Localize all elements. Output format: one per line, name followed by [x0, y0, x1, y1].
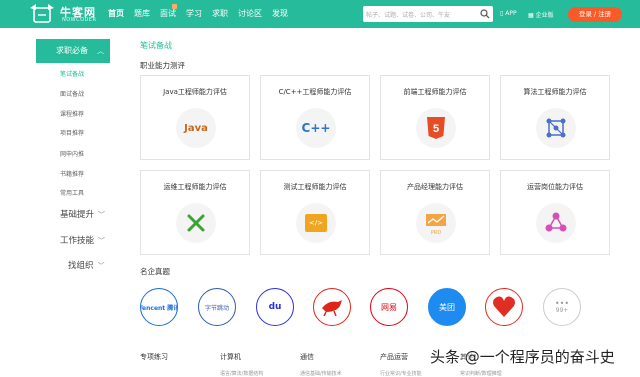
nav-interview[interactable]: 面试 — [160, 8, 176, 19]
jd-dog-icon — [322, 300, 342, 316]
page-title: 笔试备战 — [140, 41, 172, 50]
company-logo-netease[interactable]: 网易 — [370, 288, 408, 326]
assessment-section-title: 职业能力测评 — [140, 61, 185, 70]
chevron-down-icon: ﹀ — [98, 237, 106, 245]
top-nav-bar: 牛客网 NOWCODER 首页 题库 面试 学习 求职 讨论区 发现 帖子、试题… — [0, 0, 640, 28]
nav-learn[interactable]: 学习 — [186, 8, 202, 19]
html5-icon: 5 — [416, 108, 456, 148]
company-logo-baidu[interactable]: du — [256, 288, 294, 326]
building-icon: ▦ — [528, 12, 534, 19]
company-logo-jd[interactable] — [313, 288, 351, 326]
company-logo-tencent[interactable]: Tencent 腾讯 — [140, 288, 178, 326]
sidebar-sub-books[interactable]: 书籍推荐 — [60, 169, 84, 178]
assessment-card-frontend[interactable]: 前端工程师能力评估 5 — [380, 75, 490, 160]
cpp-icon: C++ — [296, 108, 336, 148]
sidebar-group-label: 工作技能 — [60, 236, 95, 246]
watermark-text: 头条 @一个程序员的奋斗史 — [430, 348, 615, 366]
search-icon[interactable] — [480, 9, 490, 19]
sidebar-group-label: 基础提升 — [60, 210, 95, 220]
card-label: 运维工程师能力评估 — [163, 183, 227, 191]
network-nodes-icon — [546, 118, 566, 138]
sidebar-sub-referrals[interactable]: 网申内推 — [60, 149, 84, 158]
card-label: Java工程师能力评估 — [163, 88, 227, 96]
chevron-down-icon: ﹀ — [97, 262, 105, 270]
assessment-card-cpp[interactable]: C/C++工程师能力评估 C++ — [260, 75, 370, 160]
line-chart-icon — [426, 213, 446, 226]
brand-subtitle: NOWCODER — [62, 17, 97, 23]
assessment-card-testing[interactable]: 测试工程师能力评估 </> — [260, 170, 370, 255]
chart-prd-icon: PRD — [416, 203, 456, 243]
share-nodes-icon — [545, 212, 567, 232]
chevron-down-icon: ﹀ — [98, 211, 106, 219]
enterprise-link[interactable]: ▦ 企业版 — [528, 10, 554, 19]
network-icon — [536, 108, 576, 148]
nav-jobs[interactable]: 求职 — [212, 8, 228, 19]
sidebar-group-skills[interactable]: 工作技能 ﹀ — [60, 234, 105, 246]
html5-shield-icon: 5 — [427, 117, 445, 139]
java-icon: Java — [176, 108, 216, 148]
prd-label: PRD — [430, 229, 442, 236]
tools-icon — [176, 203, 216, 243]
assessment-card-algorithm[interactable]: 算法工程师能力评估 — [500, 75, 610, 160]
practice-category-product[interactable]: 产品运营 — [380, 352, 408, 362]
assessment-card-operations[interactable]: 运营岗位能力评估 — [500, 170, 610, 255]
wrench-screwdriver-icon — [187, 214, 205, 232]
company-logo-meituan[interactable]: 美团 — [428, 288, 466, 326]
assessment-card-ops[interactable]: 运维工程师能力评估 — [140, 170, 250, 255]
login-button[interactable]: 登录 / 注册 — [568, 7, 622, 22]
company-logo-bytedance[interactable]: 字节跳动 — [198, 288, 236, 326]
sidebar-item-job-essentials[interactable]: 求职必备 ︿ — [36, 39, 110, 63]
nav-home[interactable]: 首页 — [108, 8, 124, 19]
search-placeholder: 帖子、试题、试卷、公司、牛友 — [366, 12, 451, 19]
nav-discuss[interactable]: 讨论区 — [238, 8, 262, 19]
card-label: 运营岗位能力评估 — [527, 183, 583, 191]
sidebar-active-label: 求职必备 — [56, 46, 88, 55]
card-label: 产品经理能力评估 — [407, 183, 463, 191]
sidebar-group-basics[interactable]: 基础提升 ﹀ — [60, 208, 105, 220]
company-logo-pinduoduo[interactable] — [485, 288, 523, 326]
svg-text:5: 5 — [433, 123, 439, 135]
practice-category-computer[interactable]: 计算机 — [220, 352, 241, 362]
practice-sub-telecom[interactable]: 通信基础/传输技术 — [300, 370, 342, 377]
sidebar-group-organizations[interactable]: 找组织 ﹀ — [68, 259, 105, 271]
card-label: 测试工程师能力评估 — [283, 183, 347, 191]
sidebar-group-label: 找组织 — [68, 261, 94, 271]
heart-icon — [493, 296, 515, 317]
company-logo-more[interactable]: ••• 99+ — [543, 288, 581, 326]
code-icon-text: </> — [305, 214, 327, 232]
sidebar-sub-interview[interactable]: 面试备战 — [60, 89, 84, 98]
nav-discover[interactable]: 发现 — [272, 8, 288, 19]
practice-sub-computer[interactable]: 语言/算法/数据结构 — [220, 370, 263, 377]
sidebar-sub-projects[interactable]: 项目推荐 — [60, 128, 84, 137]
practice-category-telecom[interactable]: 通信 — [300, 352, 314, 362]
more-dots-icon: ••• — [554, 299, 570, 308]
card-label: 前端工程师能力评估 — [403, 88, 467, 96]
app-label: APP — [505, 10, 517, 17]
sidebar-sub-tools[interactable]: 常用工具 — [60, 188, 84, 197]
java-icon-text: Java — [184, 122, 208, 134]
practice-category-special[interactable]: 专项练习 — [140, 352, 168, 362]
nodes-icon — [536, 203, 576, 243]
cpp-icon-text: C++ — [301, 121, 331, 135]
card-label: C/C++工程师能力评估 — [278, 88, 352, 96]
sidebar-sub-written-test[interactable]: 笔试备战 — [60, 69, 84, 78]
assessment-card-java[interactable]: Java工程师能力评估 Java — [140, 75, 250, 160]
site-logo[interactable]: 牛客网 NOWCODER — [28, 3, 108, 25]
companies-section-title: 名企真题 — [140, 267, 170, 276]
practice-sub-product[interactable]: 行业常识/专业技能 — [380, 370, 422, 377]
more-count: 99+ — [555, 307, 569, 314]
code-monitor-icon: </> — [296, 203, 336, 243]
new-badge — [172, 4, 177, 9]
sidebar-sub-courses[interactable]: 课程推荐 — [60, 109, 84, 118]
card-label: 算法工程师能力评估 — [523, 88, 587, 96]
chevron-up-icon: ︿ — [97, 47, 104, 55]
practice-sub-other[interactable]: 常识判断/数理推理 — [460, 370, 502, 377]
logo-icon — [30, 4, 54, 23]
nav-question-bank[interactable]: 题库 — [134, 8, 150, 19]
enterprise-label: 企业版 — [535, 12, 554, 19]
app-link[interactable]: ▯ APP — [500, 10, 517, 17]
assessment-card-product[interactable]: 产品经理能力评估 PRD — [380, 170, 490, 255]
phone-icon: ▯ — [500, 10, 504, 17]
